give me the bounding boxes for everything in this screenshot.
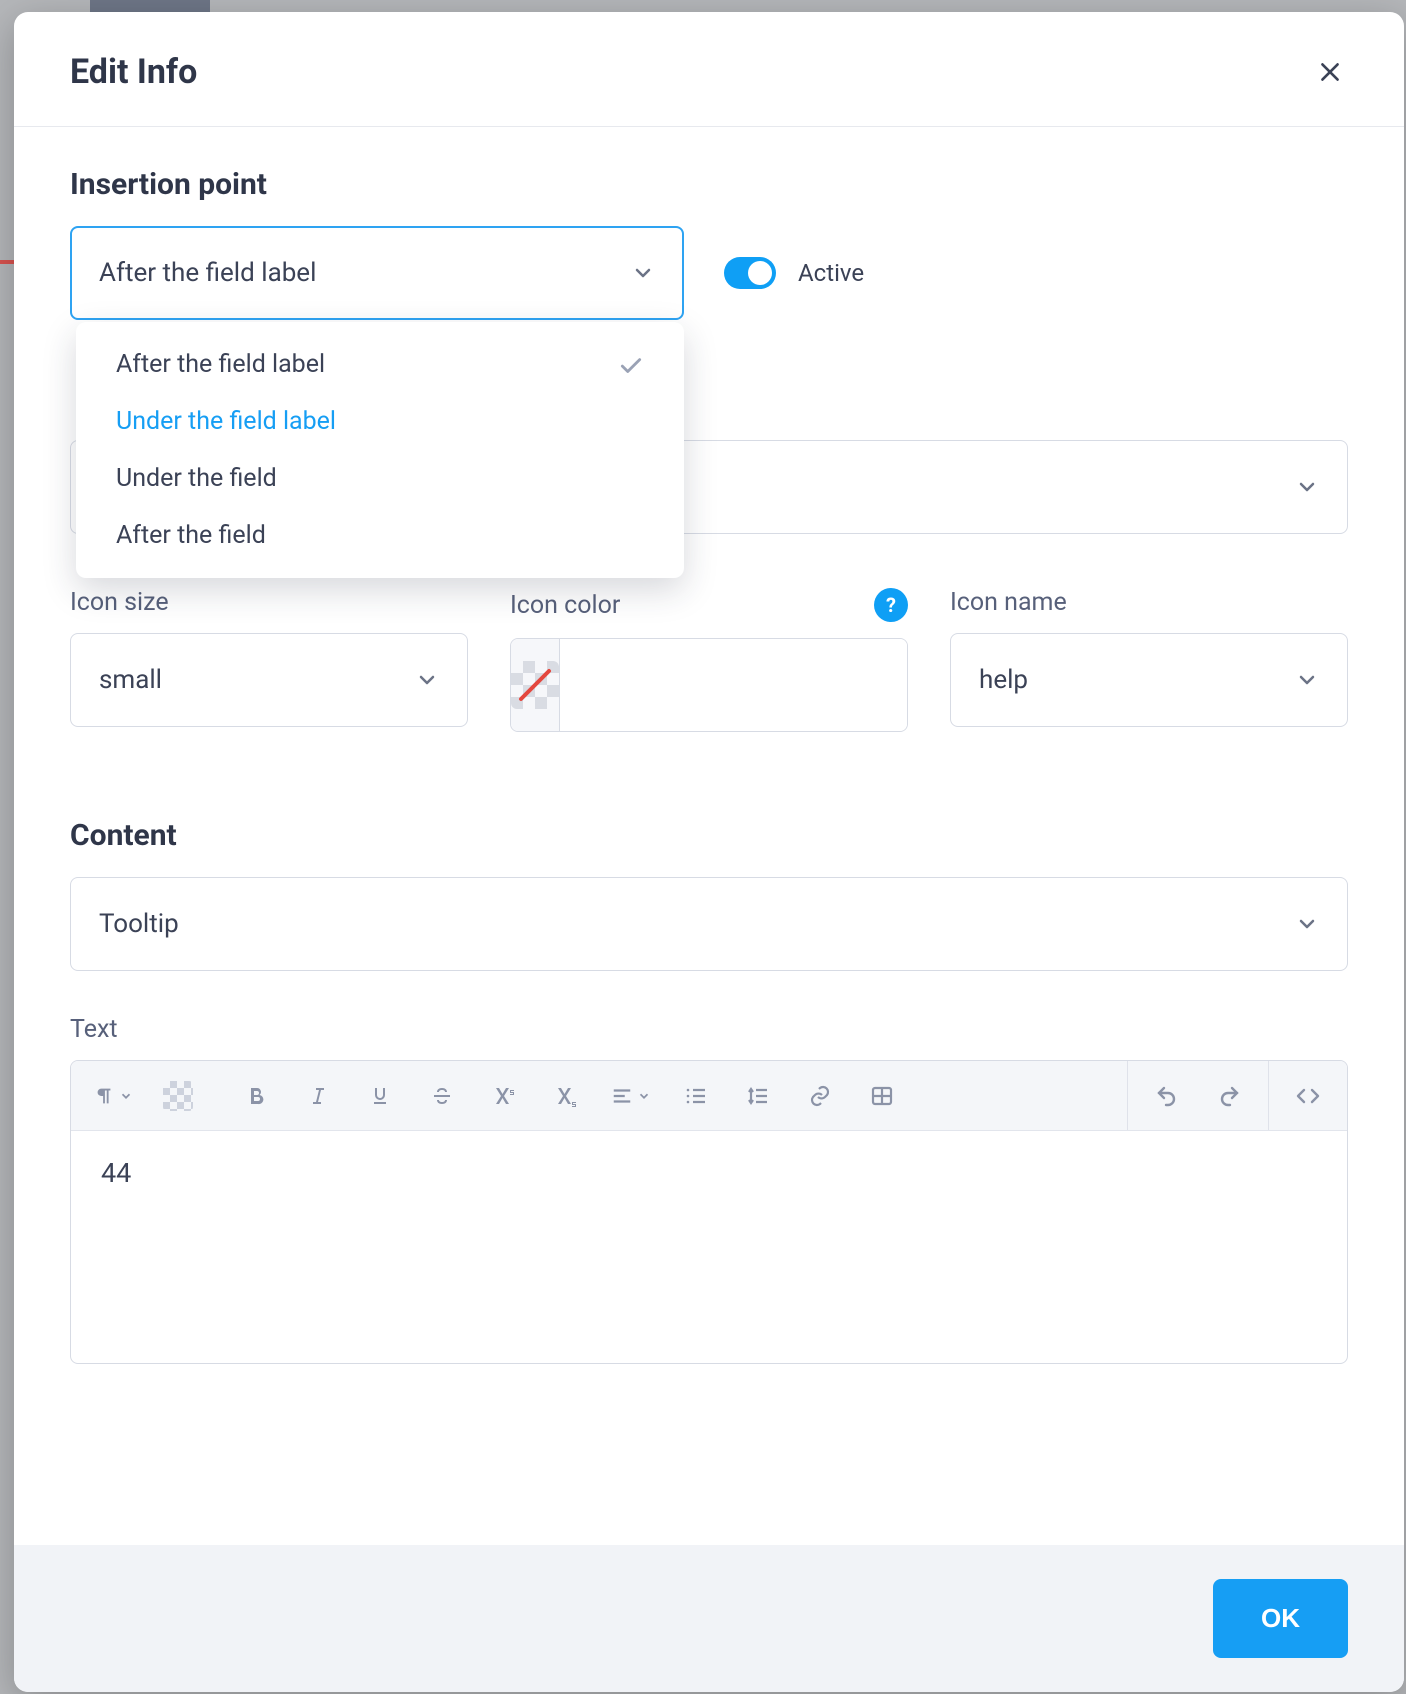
redo-icon <box>1217 1084 1241 1108</box>
dropdown-option[interactable]: After the field label <box>76 336 684 393</box>
superscript-button[interactable] <box>487 1079 521 1113</box>
content-section-title: Content <box>70 818 1348 853</box>
icon-size-label: Icon size <box>70 588 468 617</box>
redo-button[interactable] <box>1212 1079 1246 1113</box>
background-tab-strip <box>90 0 210 12</box>
insertion-section-title: Insertion point <box>70 167 1348 202</box>
icon-size-cell: Icon size small <box>70 588 468 732</box>
chevron-down-icon <box>1295 475 1319 499</box>
toolbar-group-code <box>1268 1061 1347 1130</box>
transparency-icon <box>163 1081 193 1111</box>
dropdown-option[interactable]: After the field <box>76 507 684 564</box>
ok-button[interactable]: OK <box>1213 1579 1348 1658</box>
link-icon <box>808 1084 832 1108</box>
editor-textarea[interactable]: 44 <box>71 1131 1347 1363</box>
toggle-knob <box>748 261 772 285</box>
icon-name-value: help <box>979 665 1028 695</box>
dropdown-option[interactable]: Under the field <box>76 450 684 507</box>
undo-button[interactable] <box>1150 1079 1184 1113</box>
link-button[interactable] <box>803 1079 837 1113</box>
strikethrough-button[interactable] <box>425 1079 459 1113</box>
table-button[interactable] <box>865 1079 899 1113</box>
no-color-swatch-icon <box>511 661 559 709</box>
rich-text-editor: 44 <box>70 1060 1348 1364</box>
code-icon <box>1296 1084 1320 1108</box>
list-ordered-icon <box>684 1084 708 1108</box>
icon-row: Icon size small Icon color ? <box>70 588 1348 732</box>
chevron-down-icon <box>415 668 439 692</box>
insertion-point-select[interactable]: After the field label <box>70 226 684 320</box>
dropdown-option-label: After the field <box>116 521 266 550</box>
active-toggle-wrap: Active <box>724 226 864 320</box>
active-label: Active <box>798 259 864 287</box>
superscript-icon <box>492 1084 516 1108</box>
modal-title: Edit Info <box>70 52 197 92</box>
background-accent-line <box>0 260 14 264</box>
modal-footer: OK <box>14 1545 1404 1692</box>
icon-color-label: Icon color <box>510 591 620 620</box>
subscript-button[interactable] <box>549 1079 583 1113</box>
toolbar-group-format <box>71 1061 217 1130</box>
active-toggle[interactable] <box>724 257 776 289</box>
editor-toolbar <box>71 1061 1347 1131</box>
content-type-value: Tooltip <box>99 909 179 939</box>
paragraph-format-button[interactable] <box>93 1079 133 1113</box>
bold-button[interactable] <box>239 1079 273 1113</box>
icon-name-select[interactable]: help <box>950 633 1348 727</box>
dropdown-option-label: Under the field label <box>116 407 336 436</box>
dropdown-option-label: After the field label <box>116 350 325 379</box>
color-picker-button[interactable] <box>511 639 560 731</box>
help-icon[interactable]: ? <box>874 588 908 622</box>
line-height-icon <box>746 1084 770 1108</box>
clear-format-button[interactable] <box>161 1079 195 1113</box>
italic-button[interactable] <box>301 1079 335 1113</box>
chevron-down-icon <box>1295 912 1319 936</box>
icon-size-value: small <box>99 665 162 695</box>
content-type-select[interactable]: Tooltip <box>70 877 1348 971</box>
edit-info-modal: Edit Info Insertion point After the fiel… <box>14 12 1404 1692</box>
line-height-button[interactable] <box>741 1079 775 1113</box>
insertion-select-wrap: After the field label After the field la… <box>70 226 684 320</box>
dropdown-option[interactable]: Under the field label <box>76 393 684 450</box>
chevron-down-icon <box>631 261 655 285</box>
undo-icon <box>1155 1084 1179 1108</box>
dropdown-option-label: Under the field <box>116 464 277 493</box>
bold-icon <box>244 1084 268 1108</box>
table-icon <box>870 1084 894 1108</box>
chevron-down-icon <box>119 1089 133 1103</box>
underline-icon <box>368 1084 392 1108</box>
insertion-row: After the field label After the field la… <box>70 226 1348 320</box>
align-button[interactable] <box>611 1079 651 1113</box>
close-icon <box>1317 59 1343 85</box>
icon-name-label: Icon name <box>950 588 1348 617</box>
close-button[interactable] <box>1312 54 1348 90</box>
icon-color-label-row: Icon color ? <box>510 588 908 622</box>
strikethrough-icon <box>430 1084 454 1108</box>
subscript-icon <box>554 1084 578 1108</box>
icon-name-cell: Icon name help <box>950 588 1348 732</box>
toolbar-group-history <box>1127 1061 1268 1130</box>
text-label: Text <box>70 1015 1348 1044</box>
toolbar-group-text <box>217 1061 921 1130</box>
ordered-list-button[interactable] <box>679 1079 713 1113</box>
insertion-point-dropdown: After the field label Under the field la… <box>76 322 684 578</box>
icon-color-field <box>510 638 908 732</box>
underline-button[interactable] <box>363 1079 397 1113</box>
insertion-point-value: After the field label <box>99 258 316 288</box>
check-icon <box>618 352 644 378</box>
modal-body: Insertion point After the field label Af… <box>14 127 1404 1545</box>
align-left-icon <box>611 1085 633 1107</box>
code-view-button[interactable] <box>1291 1079 1325 1113</box>
modal-header: Edit Info <box>14 12 1404 127</box>
icon-size-select[interactable]: small <box>70 633 468 727</box>
pilcrow-icon <box>93 1085 115 1107</box>
chevron-down-icon <box>1295 668 1319 692</box>
italic-icon <box>306 1084 330 1108</box>
icon-color-input[interactable] <box>560 639 908 731</box>
chevron-down-icon <box>637 1089 651 1103</box>
content-section: Content Tooltip Text <box>70 818 1348 1364</box>
icon-color-cell: Icon color ? <box>510 588 908 732</box>
toolbar-right <box>1127 1061 1347 1130</box>
